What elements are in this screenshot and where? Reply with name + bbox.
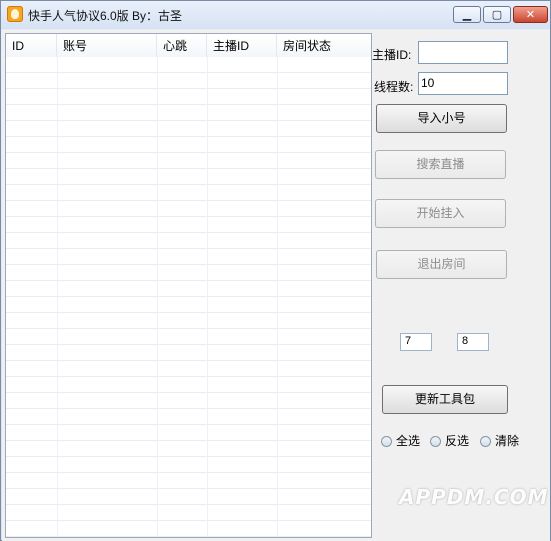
value-input-1[interactable]: 7 [400, 333, 432, 351]
radio-circle-icon [480, 436, 491, 447]
anchor-id-label: 主播ID: [372, 48, 412, 62]
radio-invert[interactable]: 反选 [430, 432, 469, 449]
radio-select-all[interactable]: 全选 [381, 432, 420, 449]
anchor-id-input[interactable] [418, 41, 508, 64]
radio-clear[interactable]: 清除 [480, 432, 519, 449]
column-header-account[interactable]: 账号 [57, 34, 157, 57]
import-accounts-button[interactable]: 导入小号 [376, 104, 507, 133]
column-divider [157, 57, 158, 537]
column-header-id[interactable]: ID [6, 34, 57, 57]
minimize-button[interactable]: ▁ [453, 6, 481, 23]
column-header-room-status[interactable]: 房间状态 [277, 34, 371, 57]
watermark: APPDM.COM [399, 485, 549, 509]
start-join-button[interactable]: 开始挂入 [375, 199, 506, 228]
column-divider [207, 57, 208, 537]
minimize-icon: ▁ [462, 8, 472, 21]
radio-label: 全选 [396, 434, 421, 448]
window-title: 快手人气协议6.0版 By：古圣 [28, 9, 183, 23]
threads-input[interactable]: 10 [418, 72, 508, 95]
close-button[interactable]: ✕ [513, 6, 548, 23]
threads-label: 线程数: [374, 80, 414, 94]
column-divider [277, 57, 278, 537]
exit-room-button[interactable]: 退出房间 [376, 250, 507, 279]
maximize-icon: ▢ [491, 8, 503, 21]
column-divider [57, 57, 58, 537]
search-live-button[interactable]: 搜索直播 [375, 150, 506, 179]
close-icon: ✕ [525, 8, 536, 21]
radio-label: 清除 [495, 434, 520, 448]
app-window: 快手人气协议6.0版 By：古圣 ▁ ▢ ✕ ID 账号 心跳 主播ID 房间状… [0, 0, 551, 541]
update-toolkit-button[interactable]: 更新工具包 [382, 385, 508, 414]
radio-circle-icon [381, 436, 392, 447]
column-header-anchor-id[interactable]: 主播ID [207, 34, 277, 57]
account-table[interactable]: ID 账号 心跳 主播ID 房间状态 [5, 33, 372, 538]
table-body[interactable] [6, 57, 371, 537]
value-input-2[interactable]: 8 [457, 333, 489, 351]
table-header: ID 账号 心跳 主播ID 房间状态 [6, 34, 371, 58]
app-icon [7, 6, 23, 22]
client-area: ID 账号 心跳 主播ID 房间状态 主播ID: 线程数: 10 导入小号 搜索… [2, 30, 550, 541]
title-bar[interactable]: 快手人气协议6.0版 By：古圣 ▁ ▢ ✕ [1, 1, 550, 29]
radio-label: 反选 [445, 434, 470, 448]
maximize-button[interactable]: ▢ [483, 6, 511, 23]
column-header-heartbeat[interactable]: 心跳 [157, 34, 207, 57]
radio-circle-icon [430, 436, 441, 447]
